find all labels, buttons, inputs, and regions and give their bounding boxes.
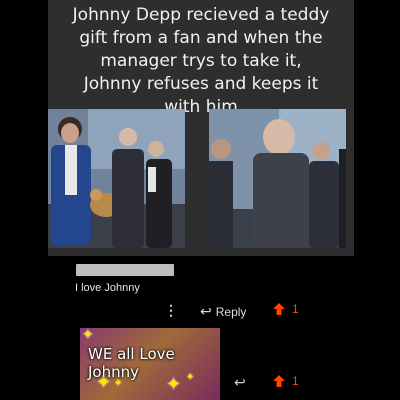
caption-line: Johnny Depp recieved a teddy (72, 5, 330, 25)
right-letterbox (352, 0, 400, 400)
sparkle-icon: ✦ (82, 328, 94, 342)
more-vertical-icon[interactable]: ⋮ (164, 303, 178, 317)
caption-line: manager trys to take it, (100, 51, 302, 71)
caption-line: Johnny refuses and keeps it (83, 74, 319, 94)
left-letterbox (0, 0, 48, 400)
reply-label: Reply (215, 304, 247, 319)
post-photo-left[interactable] (48, 109, 185, 248)
caption-line: gift from a fan and when the (79, 28, 323, 48)
upvote-button[interactable]: 1 (272, 374, 299, 388)
upvote-count: 1 (292, 302, 299, 316)
comment-thread: I love Johnny ⋮ ↩ Reply 1 ✦ ✦ ✦ ✦ ✦ WE a… (48, 256, 354, 400)
comment-body: I love Johnny (75, 282, 140, 294)
reply-arrow-icon: ↩ (200, 303, 212, 319)
upvote-arrow-icon (272, 374, 286, 388)
reply-button[interactable]: ↩ Reply (200, 303, 246, 320)
upvote-button[interactable]: 1 (272, 302, 299, 316)
post-photo-right[interactable] (209, 109, 346, 248)
upvote-arrow-icon (272, 302, 286, 316)
post-caption: Johnny Depp recieved a teddy gift from a… (48, 4, 354, 119)
upvote-count: 1 (292, 374, 299, 388)
sticker-image: ✦ ✦ ✦ ✦ ✦ WE all Love Johnny (80, 328, 220, 400)
redacted-username (76, 264, 174, 276)
reply-arrow-icon[interactable]: ↩ (234, 374, 246, 391)
sticker-text: WE all Love Johnny (88, 345, 175, 381)
